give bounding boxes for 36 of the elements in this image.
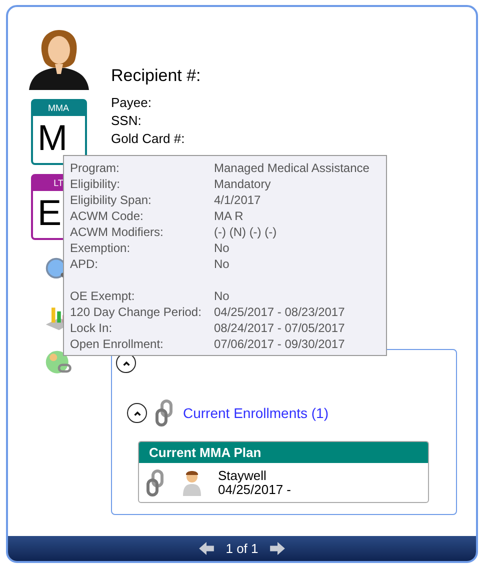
tooltip-label: 120 Day Change Period:: [70, 304, 202, 320]
program-code: MMA: [32, 101, 84, 116]
tooltip-label: Open Enrollment:: [70, 336, 164, 352]
tooltip-value: No: [214, 288, 230, 304]
next-arrow-icon[interactable]: [270, 542, 286, 555]
plan-name: Staywell: [218, 469, 268, 483]
program-letter: M: [36, 116, 68, 160]
tooltip-label: APD:: [70, 256, 100, 272]
field-label: Payee:: [111, 94, 152, 112]
tooltip-label: Exemption:: [70, 240, 132, 256]
recipient-title: Recipient #:: [111, 66, 202, 86]
tooltip-value: MA R: [214, 208, 244, 224]
tooltip-value: Mandatory: [214, 176, 271, 192]
tooltip-value: No: [214, 240, 230, 256]
doctor-icon: [182, 470, 202, 496]
tooltip-value: 04/25/2017 - 08/23/2017: [214, 304, 345, 320]
tooltip-value: No: [214, 256, 230, 272]
collapse-button[interactable]: [127, 403, 147, 423]
tooltip-value: 08/24/2017 - 07/05/2017: [214, 320, 345, 336]
person-avatar-icon: [26, 28, 90, 90]
caret-icon: [132, 408, 142, 418]
program-letter: E: [36, 191, 62, 235]
tooltip-label: OE Exempt:: [70, 288, 136, 304]
caret-icon: [122, 358, 130, 368]
field-label: Gold Card #:: [111, 130, 186, 148]
tooltip-value: 4/1/2017: [214, 192, 261, 208]
field-label: SSN:: [111, 112, 142, 130]
tooltip-value: Managed Medical Assistance: [214, 160, 370, 176]
tooltip-value: (-) (N) (-) (-): [214, 224, 277, 240]
plan-dates: 04/25/2017 -: [218, 483, 292, 497]
page-indicator: 1 of 1: [226, 541, 258, 556]
tooltip-value: 07/06/2017 - 09/30/2017: [214, 336, 345, 352]
plan-title: Current MMA Plan: [139, 442, 428, 463]
enrollments-link[interactable]: Current Enrollments (1): [183, 405, 328, 421]
previous-arrow-icon[interactable]: [198, 542, 214, 555]
tooltip-label: Lock In:: [70, 320, 114, 336]
